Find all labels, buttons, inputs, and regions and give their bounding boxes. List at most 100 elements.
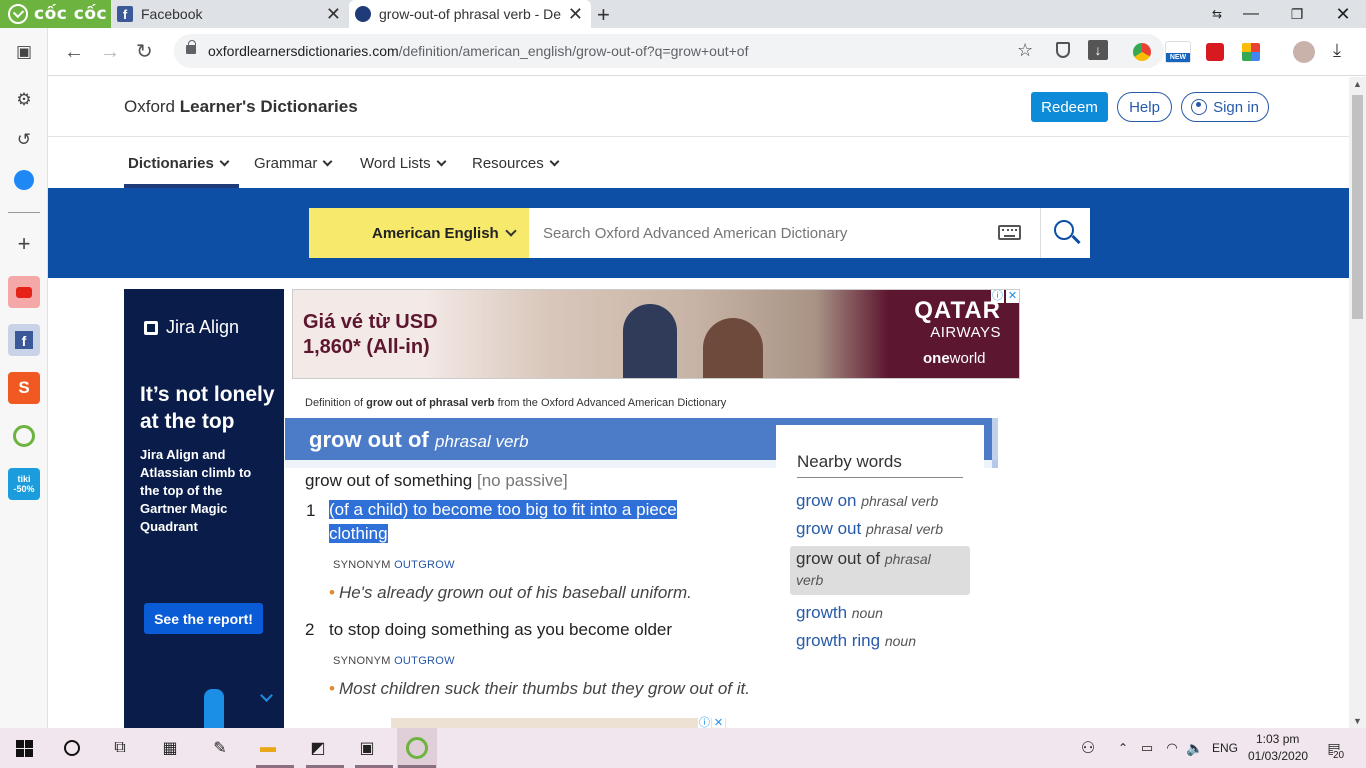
nearby-current-word[interactable]: grow out of phrasal verb bbox=[790, 546, 970, 595]
language-indicator[interactable]: ENG bbox=[1212, 741, 1238, 755]
add-shortcut-icon[interactable]: + bbox=[8, 228, 40, 260]
volume-icon[interactable]: 🔈 bbox=[1183, 736, 1207, 760]
ad-close-icon[interactable]: ✕ bbox=[712, 718, 725, 728]
keyboard-icon[interactable] bbox=[998, 225, 1021, 240]
ad-airline-name: QATAR bbox=[914, 297, 1001, 324]
sense-number: 1 bbox=[306, 501, 316, 520]
tab-facebook[interactable]: f Facebook ✕ bbox=[111, 0, 349, 28]
people-icon[interactable]: ⚇ bbox=[1076, 736, 1100, 760]
facebook-icon: f bbox=[117, 6, 133, 22]
search-circle-icon[interactable] bbox=[60, 736, 84, 760]
close-tab-icon[interactable]: ✕ bbox=[568, 5, 583, 23]
nav-grammar[interactable]: Grammar bbox=[254, 155, 333, 172]
nearby-word: grow out of bbox=[796, 549, 881, 568]
site-logo[interactable]: Oxford Learner's Dictionaries bbox=[124, 97, 358, 117]
see-report-button[interactable]: See the report! bbox=[144, 603, 263, 634]
file-explorer-icon[interactable]: ▬ bbox=[256, 736, 280, 760]
scrollbar-thumb[interactable] bbox=[1352, 95, 1363, 319]
youtube-icon[interactable] bbox=[8, 276, 40, 308]
nav-dictionaries[interactable]: Dictionaries bbox=[128, 155, 230, 172]
messenger-icon[interactable] bbox=[8, 164, 40, 196]
headword-pos: phrasal verb bbox=[435, 432, 529, 451]
coccoc-leaf-icon[interactable] bbox=[8, 420, 40, 452]
ad-headline: It’s not lonely at the top bbox=[140, 383, 275, 433]
ad-figure-illustration bbox=[204, 689, 224, 728]
ad-close-icon[interactable]: ✕ bbox=[1006, 290, 1019, 303]
battery-icon[interactable]: ▭ bbox=[1135, 736, 1159, 760]
coccoc-menu-button[interactable]: cốc cốc bbox=[0, 0, 111, 28]
bottom-ad[interactable]: ⓘ ✕ bbox=[391, 718, 726, 728]
help-button[interactable]: Help bbox=[1117, 92, 1172, 122]
clock-date[interactable]: 01/03/2020 bbox=[1248, 749, 1308, 763]
search-button[interactable] bbox=[1040, 208, 1090, 258]
bookmark-star-icon[interactable]: ☆ bbox=[1017, 40, 1033, 61]
site-header: Oxford Learner's Dictionaries Redeem Hel… bbox=[48, 77, 1349, 137]
sign-in-button[interactable]: Sign in bbox=[1181, 92, 1269, 122]
shopee-icon[interactable]: S bbox=[8, 372, 40, 404]
extension-new-badge: NEW bbox=[1166, 53, 1190, 62]
nav-word-lists[interactable]: Word Lists bbox=[360, 155, 447, 172]
shield-icon[interactable] bbox=[1056, 42, 1070, 58]
jira-align-ad[interactable]: Jira Align It’s not lonely at the top Ji… bbox=[124, 289, 284, 728]
sense-1-definition: (of a child) to become too big to fit in… bbox=[329, 498, 695, 546]
close-window-button[interactable]: ✕ bbox=[1320, 0, 1366, 28]
windows-start-icon[interactable] bbox=[12, 736, 36, 760]
tab-oxford[interactable]: grow-out-of phrasal verb - De ✕ bbox=[349, 0, 591, 28]
taskbar-app-icon[interactable]: ▦ bbox=[158, 736, 182, 760]
task-view-icon[interactable]: ⧉ bbox=[108, 736, 132, 760]
extension-red-icon[interactable] bbox=[1206, 43, 1224, 61]
taskbar-app-icon[interactable]: ▣ bbox=[355, 736, 379, 760]
qatar-airways-ad[interactable]: Giá vé từ USD 1,860* (All-in) QATAR AIRWA… bbox=[292, 289, 1020, 379]
nearby-word-link[interactable]: grow on phrasal verb bbox=[796, 491, 938, 511]
address-bar[interactable]: oxfordlearnersdictionaries.com/definitio… bbox=[174, 34, 1164, 68]
reload-button[interactable]: ↻ bbox=[136, 40, 153, 64]
coccoc-logo-icon bbox=[8, 4, 28, 24]
dictionary-select[interactable]: American English bbox=[309, 208, 529, 258]
sidebar-toggle-icon[interactable]: ▣ bbox=[8, 36, 40, 68]
scroll-up-icon[interactable]: ▲ bbox=[1353, 79, 1362, 89]
downloads-icon[interactable]: ⤓ bbox=[1333, 40, 1341, 61]
forward-button[interactable]: → bbox=[100, 40, 120, 64]
sticky-notes-icon[interactable]: ◩ bbox=[306, 736, 330, 760]
facebook-sidebar-icon[interactable]: f bbox=[8, 324, 40, 356]
extension-chrome-icon[interactable] bbox=[1133, 43, 1151, 61]
history-icon[interactable]: ↺ bbox=[8, 124, 40, 156]
download-page-icon[interactable]: ↓ bbox=[1088, 40, 1108, 60]
new-tab-button[interactable]: + bbox=[597, 2, 610, 28]
page-scrollbar[interactable]: ▲ ▼ bbox=[1349, 77, 1366, 728]
tiki-discount: -50% bbox=[13, 484, 35, 494]
coccoc-taskbar-button[interactable] bbox=[397, 728, 437, 768]
synonym-link[interactable]: OUTGROW bbox=[394, 655, 455, 667]
back-button[interactable]: ← bbox=[64, 40, 84, 64]
ad-info-icon[interactable]: ⓘ bbox=[991, 290, 1004, 303]
ad-photo-passenger bbox=[703, 318, 763, 378]
paint-app-icon[interactable]: ✎ bbox=[208, 736, 232, 760]
redeem-button[interactable]: Redeem bbox=[1031, 92, 1108, 122]
nearby-word-link[interactable]: growth noun bbox=[796, 603, 883, 623]
close-tab-icon[interactable]: ✕ bbox=[326, 5, 341, 23]
maximize-button[interactable]: ❐ bbox=[1274, 0, 1320, 28]
tiki-icon[interactable]: tiki -50% bbox=[8, 468, 40, 500]
nearby-pos: noun bbox=[884, 633, 916, 649]
extension-grid-icon[interactable] bbox=[1242, 43, 1260, 61]
nearby-word-link[interactable]: grow out phrasal verb bbox=[796, 519, 943, 539]
ad-info-icon[interactable]: ⓘ bbox=[698, 718, 711, 728]
minimize-button[interactable]: — bbox=[1228, 0, 1274, 28]
url-text[interactable]: oxfordlearnersdictionaries.com/definitio… bbox=[208, 43, 748, 59]
clock-time[interactable]: 1:03 pm bbox=[1256, 732, 1299, 746]
settings-gear-icon[interactable]: ⚙ bbox=[8, 84, 40, 116]
wifi-icon[interactable]: ◠ bbox=[1160, 736, 1184, 760]
logo-prefix: Oxford bbox=[124, 97, 180, 116]
show-hidden-icons[interactable]: ⌃ bbox=[1111, 736, 1135, 760]
scroll-down-icon[interactable]: ▼ bbox=[1353, 716, 1362, 726]
nearby-word-link[interactable]: growth ring noun bbox=[796, 631, 916, 651]
synonym-link[interactable]: OUTGROW bbox=[394, 559, 455, 571]
nearby-words-panel: Nearby words grow on phrasal verb grow o… bbox=[776, 425, 984, 705]
tiki-label: tiki bbox=[17, 474, 31, 484]
nearby-word: growth bbox=[796, 603, 848, 622]
nav-resources[interactable]: Resources bbox=[472, 155, 560, 172]
profile-avatar[interactable] bbox=[1293, 41, 1315, 63]
nav-label: Resources bbox=[472, 155, 544, 172]
extension-new-icon[interactable]: NEW bbox=[1165, 41, 1191, 63]
search-input[interactable] bbox=[529, 208, 1040, 258]
